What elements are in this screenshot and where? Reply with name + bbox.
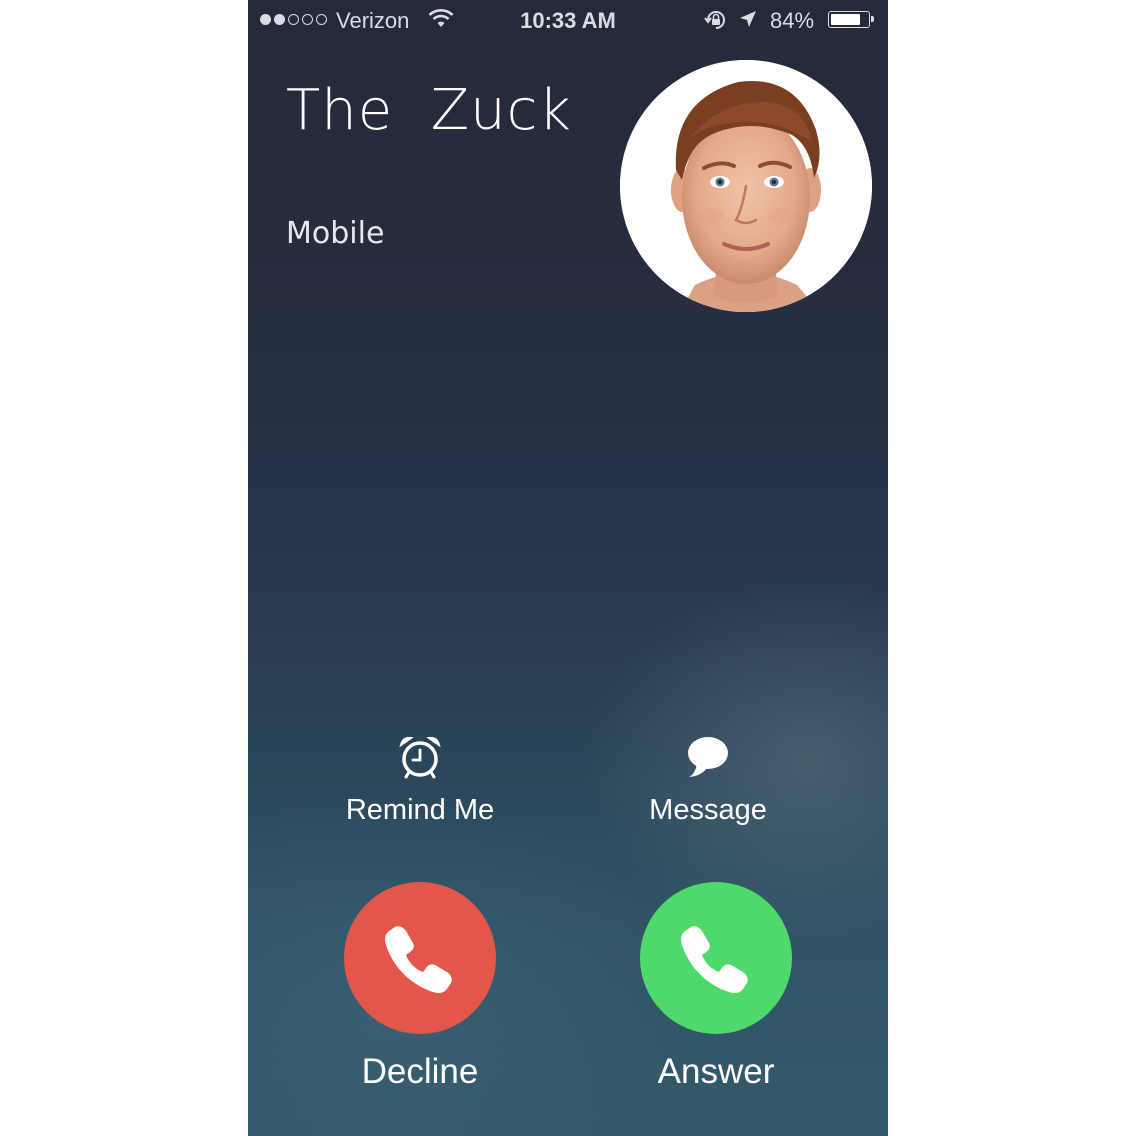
location-arrow-icon bbox=[738, 9, 758, 35]
message-button[interactable]: Message bbox=[578, 734, 838, 827]
battery-percentage: 84% bbox=[770, 8, 815, 33]
speech-bubble-icon bbox=[578, 734, 838, 784]
phone-handset-icon bbox=[681, 926, 748, 993]
incoming-call-screen: Verizon 10:33 AM 84% The Zuck Mobile Rem… bbox=[248, 0, 888, 1136]
battery-nub bbox=[871, 16, 874, 22]
battery-level bbox=[831, 14, 861, 25]
alarm-clock-icon bbox=[290, 734, 550, 784]
answer-label: Answer bbox=[657, 1052, 775, 1091]
decline-label: Decline bbox=[361, 1052, 479, 1091]
remind-me-button[interactable]: Remind Me bbox=[290, 734, 550, 827]
battery-icon bbox=[828, 11, 874, 28]
rotation-lock-icon bbox=[704, 9, 728, 37]
answer-button[interactable] bbox=[640, 882, 792, 1034]
caller-name: The Zuck bbox=[286, 78, 572, 143]
message-label: Message bbox=[649, 794, 767, 826]
caller-phone-type: Mobile bbox=[286, 216, 385, 251]
contact-photo bbox=[620, 60, 872, 312]
decline-button[interactable] bbox=[344, 882, 496, 1034]
status-bar: Verizon 10:33 AM 84% bbox=[248, 0, 888, 40]
remind-me-label: Remind Me bbox=[345, 794, 495, 826]
phone-handset-icon bbox=[385, 926, 452, 993]
